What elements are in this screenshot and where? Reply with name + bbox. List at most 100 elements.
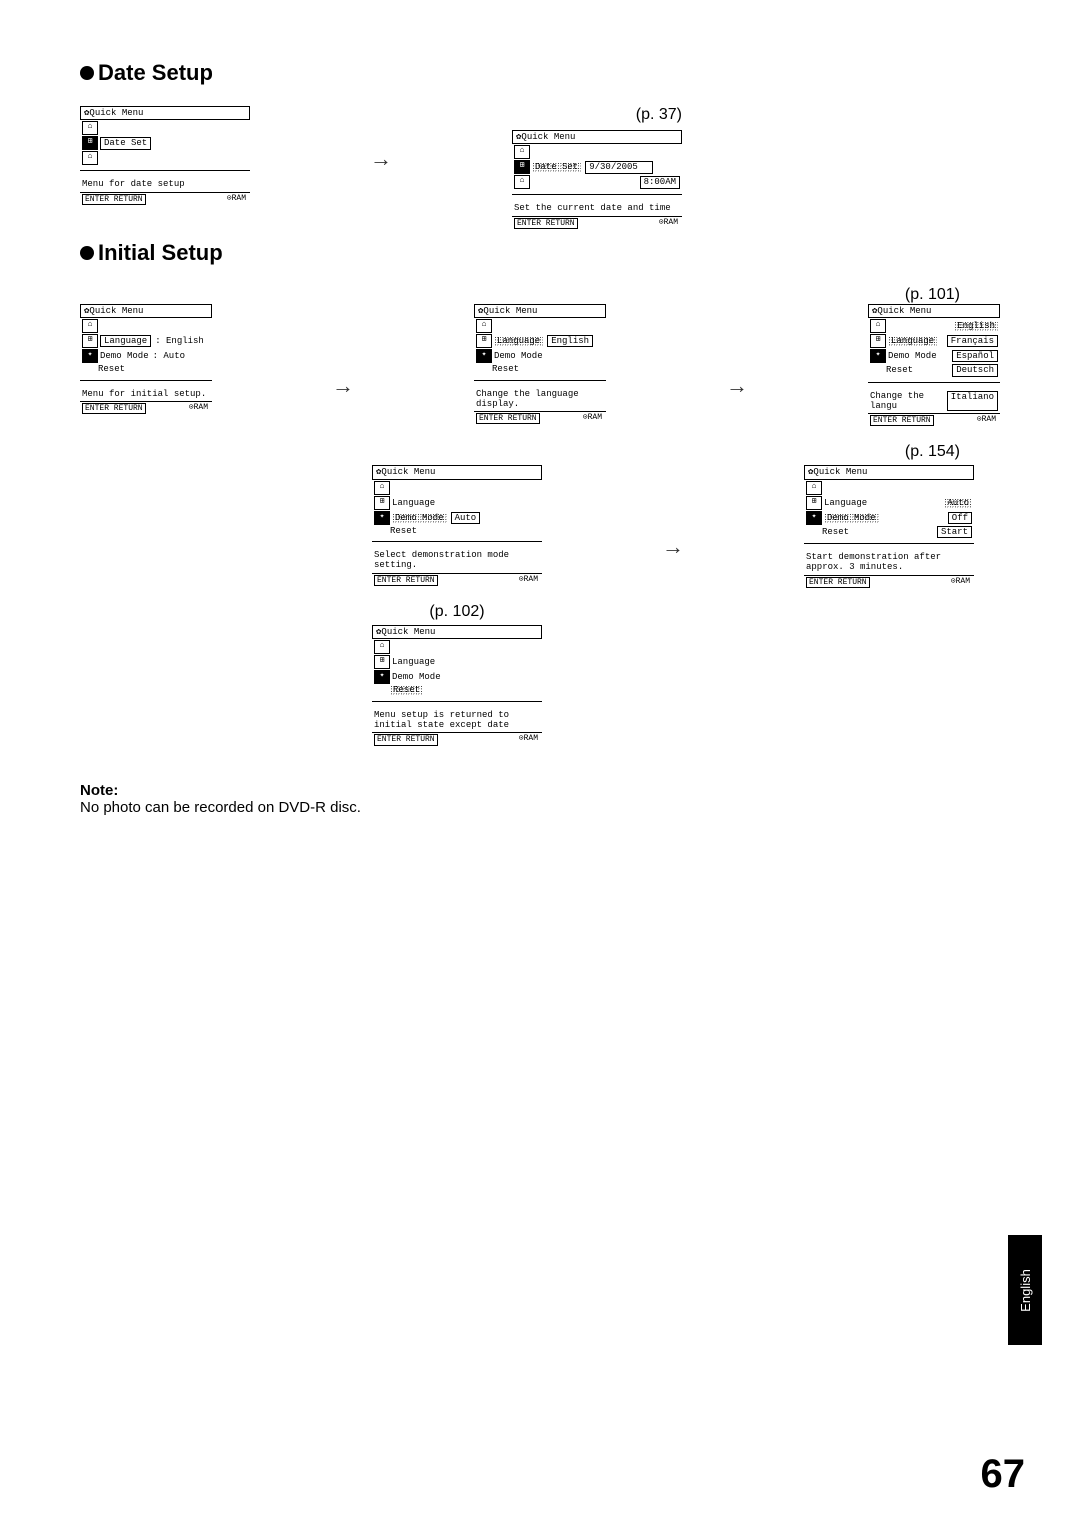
opt-espanol: Español	[952, 350, 998, 362]
note-label: Note:	[80, 782, 1000, 799]
date-icon: ⊞	[82, 136, 98, 150]
tab-icon: ⌂	[476, 319, 492, 333]
foot-enter-return: ENTER RETURN	[374, 575, 438, 586]
arrow-right-icon: →	[726, 333, 748, 399]
screen-title: Quick Menu	[877, 306, 931, 316]
lang-icon: ⊞	[870, 334, 886, 348]
bullet-icon	[80, 246, 94, 260]
menu-item-date-set-sel: Date Set	[532, 162, 581, 172]
lang-icon: ⊞	[806, 496, 822, 510]
date-value-date: 9/30/2005	[585, 161, 653, 173]
screen-message: Set the current date and time	[512, 201, 682, 213]
initial-setup-reset: ✿Quick Menu ⌂ ⊞Language ✦Demo Mode Reset…	[372, 625, 542, 747]
initial-setup-main: ✿Quick Menu ⌂ ⊞Language: English ✦Demo M…	[80, 304, 212, 428]
tab-icon: ⌂	[806, 481, 822, 495]
screen-message: Menu setup is returned to initial state …	[372, 708, 542, 731]
lang-label-sel: Language	[494, 336, 543, 346]
opt-start: Start	[937, 526, 972, 538]
opt-off: Off	[948, 512, 972, 524]
demo-label: Demo Mode	[494, 351, 543, 361]
lang-icon: ⊞	[374, 655, 390, 669]
date-setup-screen-1: ✿Quick Menu ⌂ ⊞Date Set ⌂ Menu for date …	[80, 106, 250, 206]
foot-enter-return: ENTER RETURN	[806, 577, 870, 588]
arrow-right-icon: →	[332, 333, 354, 399]
bullet-icon	[80, 66, 94, 80]
screen-title: Quick Menu	[89, 306, 143, 316]
reset-label: Reset	[98, 364, 125, 374]
tab-icon: ⌂	[82, 151, 98, 165]
tab-icon: ⌂	[82, 319, 98, 333]
reset-label-sel: Reset	[390, 685, 423, 695]
lang-label: Language	[392, 498, 435, 508]
initial-setup-demo: ✿Quick Menu ⌂ ⊞Language ✦Demo ModeAuto R…	[372, 465, 542, 589]
tab-icon: ⌂	[374, 481, 390, 495]
foot-ram: ⊙RAM	[975, 415, 998, 426]
opt-italiano: Italiano	[947, 391, 998, 412]
screen-message: Start demonstration after approx. 3 minu…	[804, 550, 974, 573]
lang-label: Language	[824, 498, 867, 508]
foot-ram: ⊙RAM	[949, 577, 972, 588]
tool-icon: ✦	[374, 511, 390, 525]
demo-label: Demo Mode	[888, 351, 937, 361]
language-tab: English	[1008, 1235, 1042, 1345]
screen-message: Menu for date setup	[80, 177, 250, 189]
initial-setup-language: ✿Quick Menu ⌂ ⊞LanguageEnglish ✦Demo Mod…	[474, 304, 606, 428]
tab-icon: ⌂	[514, 175, 530, 189]
tool-icon: ✦	[806, 511, 822, 525]
note-body: No photo can be recorded on DVD-R disc.	[80, 799, 1000, 816]
lang-icon: ⊞	[374, 496, 390, 510]
section-date-setup-header: Date Setup	[80, 60, 1000, 86]
foot-enter-return: ENTER RETURN	[374, 734, 438, 745]
language-tab-label: English	[1018, 1269, 1033, 1312]
reset-label: Reset	[390, 526, 417, 536]
screen-message: Change the langu	[870, 391, 947, 412]
reset-label: Reset	[492, 364, 519, 374]
foot-enter-return: ENTER RETURN	[82, 403, 146, 414]
tool-icon: ✦	[374, 670, 390, 684]
lang-label: Language	[100, 335, 151, 347]
tool-icon: ✦	[476, 349, 492, 363]
screen-message: Menu for initial setup.	[80, 387, 212, 399]
lang-label-sel: Language	[888, 336, 937, 346]
menu-item-date-set: Date Set	[100, 137, 151, 149]
opt-english: English	[954, 321, 998, 331]
foot-ram: ⊙RAM	[187, 403, 210, 414]
lang-icon: ⊞	[82, 334, 98, 348]
page-ref-demo: (p. 154)	[80, 443, 960, 461]
lang-value: : English	[155, 336, 204, 346]
demo-label-sel: Demo Mode	[824, 513, 879, 523]
tab-icon: ⌂	[374, 640, 390, 654]
section-date-setup-title: Date Setup	[98, 60, 213, 86]
foot-ram: ⊙RAM	[517, 734, 540, 745]
tool-icon: ✦	[82, 349, 98, 363]
foot-enter-return: ENTER RETURN	[476, 413, 540, 424]
screen-message: Change the language display.	[474, 387, 606, 410]
screen-title: Quick Menu	[483, 306, 537, 316]
screen-title: Quick Menu	[381, 627, 435, 637]
screen-title: Quick Menu	[89, 108, 143, 118]
foot-ram: ⊙RAM	[225, 194, 248, 205]
lang-label: Language	[392, 657, 435, 667]
screen-title: Quick Menu	[813, 467, 867, 477]
demo-value: Auto	[451, 512, 481, 524]
page-number: 67	[981, 1452, 1026, 1497]
opt-deutsch: Deutsch	[952, 364, 998, 376]
opt-auto: Auto	[944, 498, 972, 508]
lang-icon: ⊞	[476, 334, 492, 348]
foot-ram: ⊙RAM	[581, 413, 604, 424]
foot-ram: ⊙RAM	[657, 218, 680, 229]
foot-enter-return: ENTER RETURN	[870, 415, 934, 426]
date-icon: ⊞	[514, 160, 530, 174]
screen-title: Quick Menu	[381, 467, 435, 477]
foot-enter-return: ENTER RETURN	[514, 218, 578, 229]
tab-icon: ⌂	[514, 145, 530, 159]
lang-value: English	[547, 335, 593, 347]
reset-label: Reset	[886, 365, 913, 375]
tool-icon: ✦	[870, 349, 886, 363]
screen-title: Quick Menu	[521, 132, 575, 142]
tab-icon: ⌂	[870, 319, 886, 333]
date-value-time: 8:00AM	[640, 176, 680, 188]
page-ref-lang: (p. 101)	[80, 286, 960, 304]
arrow-right-icon: →	[370, 106, 392, 172]
screen-message: Select demonstration mode setting.	[372, 548, 542, 571]
